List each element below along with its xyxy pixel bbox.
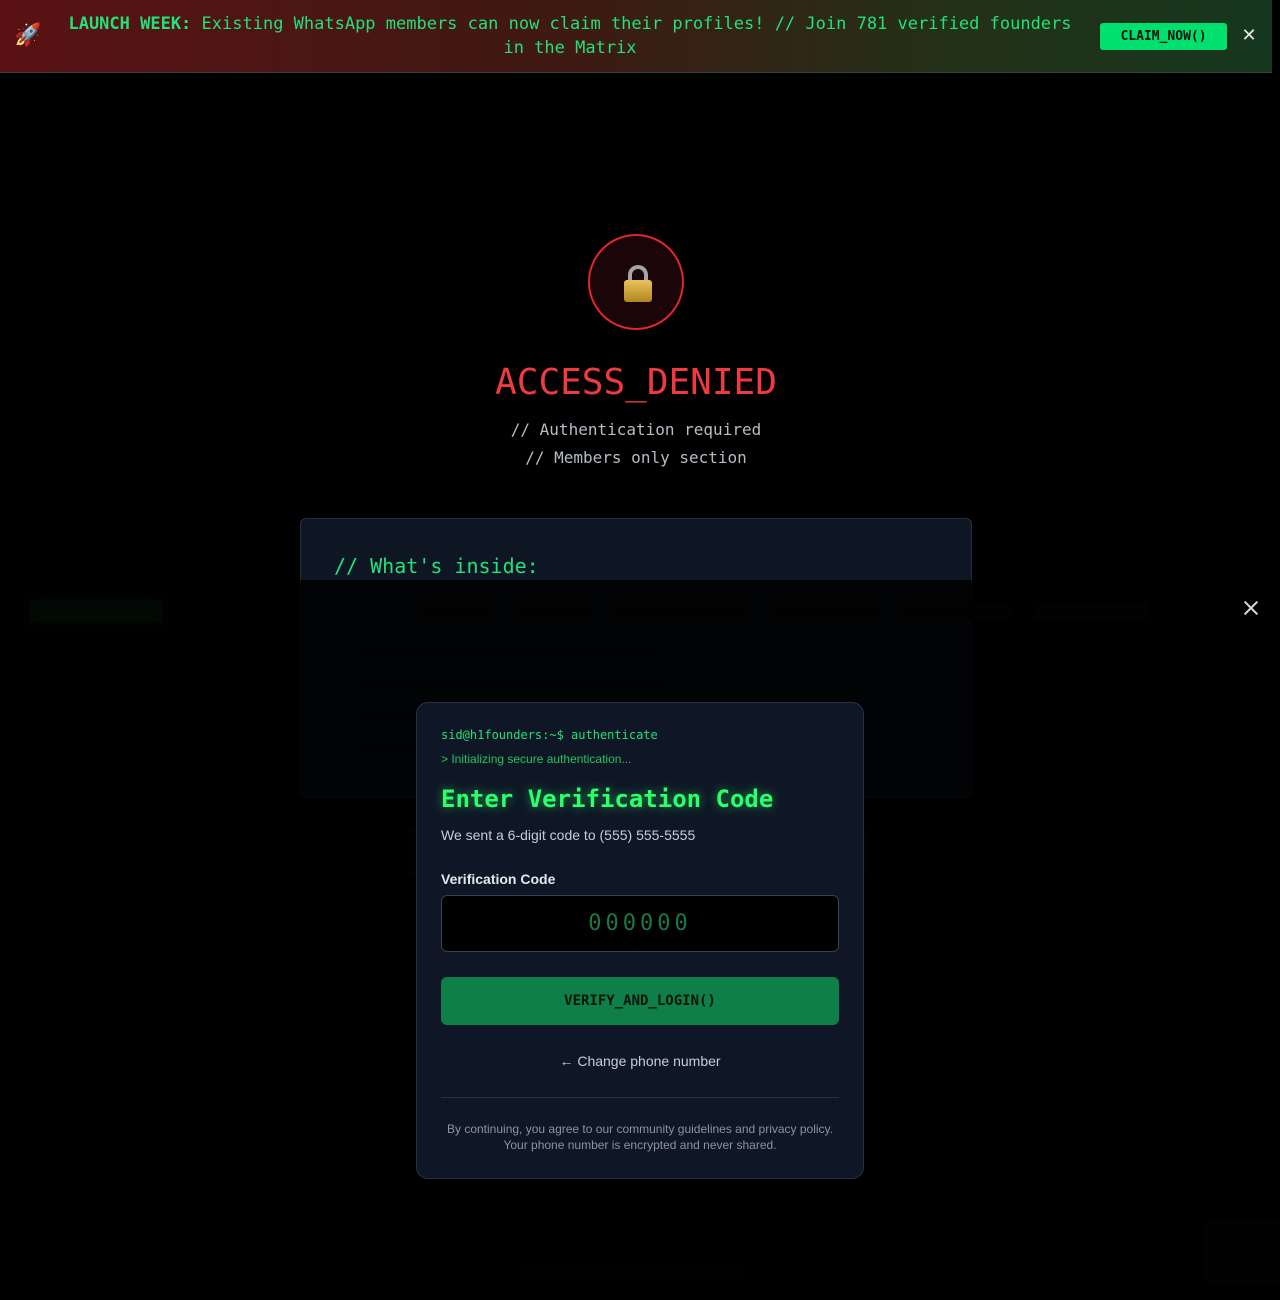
page-subtitle-members: // Members only section bbox=[525, 448, 747, 467]
terminal-prompt: sid@h1founders:~$ authenticate bbox=[441, 728, 658, 742]
verification-code-input[interactable] bbox=[441, 895, 839, 952]
page-subtitle-auth: // Authentication required bbox=[510, 420, 762, 439]
banner-close-icon[interactable]: ✕ bbox=[1239, 25, 1259, 47]
banner-text: Existing WhatsApp members can now claim … bbox=[201, 14, 1072, 58]
code-sent-text: We sent a 6-digit code to (555) 555-5555 bbox=[441, 827, 696, 843]
init-status: > Initializing secure authentication... bbox=[441, 752, 632, 766]
lock-badge bbox=[588, 234, 684, 330]
close-icon[interactable] bbox=[1240, 597, 1262, 619]
legal-notice: By continuing, you agree to our communit… bbox=[447, 1122, 833, 1152]
divider bbox=[441, 1097, 839, 1098]
rocket-icon: 🚀 bbox=[14, 23, 42, 48]
page-title: ACCESS_DENIED bbox=[495, 362, 777, 403]
lock-icon-body bbox=[624, 280, 652, 302]
verify-and-login-button[interactable]: VERIFY_AND_LOGIN() bbox=[441, 977, 839, 1025]
banner-message: LAUNCH WEEK: Existing WhatsApp members c… bbox=[62, 12, 1078, 60]
verification-modal: sid@h1founders:~$ authenticate > Initial… bbox=[416, 702, 864, 1179]
verification-code-label: Verification Code bbox=[441, 871, 556, 887]
claim-now-button[interactable]: CLAIM_NOW() bbox=[1100, 23, 1227, 50]
banner-lead: LAUNCH WEEK: bbox=[68, 14, 192, 34]
whats-inside-heading: // What's inside: bbox=[334, 554, 539, 578]
launch-banner: 🚀 LAUNCH WEEK: Existing WhatsApp members… bbox=[0, 0, 1272, 73]
change-phone-link[interactable]: ← Change phone number bbox=[441, 1051, 839, 1071]
modal-title: Enter Verification Code bbox=[441, 785, 774, 813]
